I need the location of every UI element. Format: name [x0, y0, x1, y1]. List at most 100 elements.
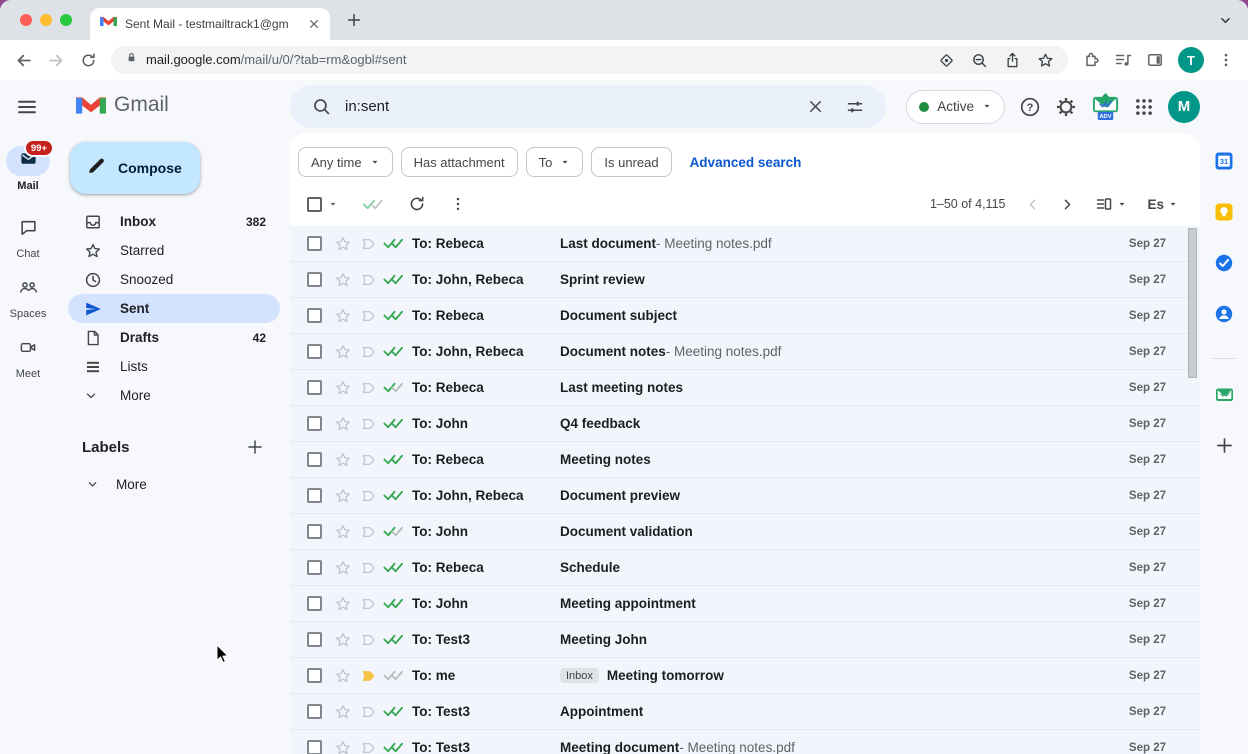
row-checkbox[interactable] [307, 344, 322, 359]
sidebar-item-more[interactable]: More [68, 381, 280, 410]
star-icon[interactable] [334, 415, 352, 433]
star-icon[interactable] [334, 631, 352, 649]
star-icon[interactable] [334, 379, 352, 397]
rail-item-spaces[interactable]: Spaces [0, 276, 56, 320]
sidebar-item-starred[interactable]: Starred [68, 236, 280, 265]
importance-marker-icon[interactable] [359, 379, 377, 397]
back-icon[interactable] [14, 51, 33, 70]
email-row[interactable]: To: Rebeca Last document - Meeting notes… [290, 226, 1200, 262]
mailtrack-status-dropdown[interactable]: Active [906, 90, 1005, 124]
row-checkbox[interactable] [307, 596, 322, 611]
browser-tab[interactable]: Sent Mail - testmailtrack1@gm [90, 8, 330, 40]
caret-down-icon[interactable] [328, 199, 338, 209]
importance-marker-icon[interactable] [359, 271, 377, 289]
importance-marker-icon[interactable] [359, 343, 377, 361]
row-checkbox[interactable] [307, 740, 322, 754]
window-zoom-button[interactable] [60, 14, 72, 26]
tab-search-icon[interactable] [1219, 14, 1232, 27]
star-icon[interactable] [334, 559, 352, 577]
help-icon[interactable]: ? [1019, 96, 1041, 118]
reload-icon[interactable] [80, 52, 97, 69]
importance-marker-icon[interactable] [359, 667, 377, 685]
star-icon[interactable] [334, 523, 352, 541]
newer-page-icon[interactable] [1025, 197, 1040, 212]
rail-item-mail[interactable]: 99+ Mail [0, 146, 56, 206]
importance-marker-icon[interactable] [359, 451, 377, 469]
clear-search-icon[interactable] [799, 98, 832, 115]
email-row[interactable]: To: John Meeting appointment Sep 27 [290, 586, 1200, 622]
filter-chip-any-time[interactable]: Any time [298, 147, 393, 177]
sidebar-item-drafts[interactable]: Drafts 42 [68, 323, 280, 352]
select-all-checkbox[interactable] [307, 197, 338, 212]
list-scrollbar[interactable] [1188, 228, 1197, 378]
share-icon[interactable] [1004, 52, 1021, 69]
star-icon[interactable] [334, 307, 352, 325]
address-bar[interactable]: mail.google.com/mail/u/0/?tab=rm&ogbl#se… [111, 46, 1068, 74]
importance-marker-icon[interactable] [359, 523, 377, 541]
extensions-icon[interactable] [1082, 51, 1100, 69]
split-pane-toggle[interactable] [1095, 195, 1127, 213]
row-checkbox[interactable] [307, 272, 322, 287]
browser-profile-avatar[interactable]: T [1178, 47, 1204, 73]
preview-icon[interactable] [938, 52, 955, 69]
refresh-icon[interactable] [408, 195, 426, 213]
row-checkbox[interactable] [307, 308, 322, 323]
side-panel-icon[interactable] [1146, 51, 1164, 69]
keep-icon[interactable] [1214, 201, 1234, 223]
zoom-out-icon[interactable] [971, 52, 988, 69]
filter-chip-is-unread[interactable]: Is unread [591, 147, 671, 177]
filter-chip-to[interactable]: To [526, 147, 584, 177]
row-checkbox[interactable] [307, 488, 322, 503]
search-options-icon[interactable] [838, 98, 872, 116]
row-checkbox[interactable] [307, 560, 322, 575]
row-checkbox[interactable] [307, 236, 322, 251]
star-icon[interactable] [334, 235, 352, 253]
sidebar-item-inbox[interactable]: Inbox 382 [68, 207, 280, 236]
email-row[interactable]: To: John, Rebeca Document notes - Meetin… [290, 334, 1200, 370]
importance-marker-icon[interactable] [359, 631, 377, 649]
media-controls-icon[interactable] [1114, 51, 1132, 69]
importance-marker-icon[interactable] [359, 595, 377, 613]
window-close-button[interactable] [20, 14, 32, 26]
search-icon[interactable] [304, 97, 339, 116]
checkbox[interactable] [307, 197, 322, 212]
email-row[interactable]: To: John, Rebeca Document preview Sep 27 [290, 478, 1200, 514]
row-checkbox[interactable] [307, 524, 322, 539]
email-row[interactable]: To: Rebeca Meeting notes Sep 27 [290, 442, 1200, 478]
email-row[interactable]: To: Test3 Meeting document - Meeting not… [290, 730, 1200, 754]
input-tools-dropdown[interactable]: Es [1147, 197, 1178, 212]
star-icon[interactable] [334, 343, 352, 361]
email-row[interactable]: To: me Inbox Meeting tomorrow Sep 27 [290, 658, 1200, 694]
rail-item-meet[interactable]: Meet [0, 336, 56, 380]
tasks-icon[interactable] [1214, 252, 1234, 274]
new-tab-button[interactable] [346, 12, 362, 28]
star-icon[interactable] [334, 595, 352, 613]
star-icon[interactable] [334, 271, 352, 289]
email-row[interactable]: To: John Document validation Sep 27 [290, 514, 1200, 550]
sidebar-item-lists[interactable]: Lists [68, 352, 280, 381]
importance-marker-icon[interactable] [359, 235, 377, 253]
row-checkbox[interactable] [307, 704, 322, 719]
rail-item-chat[interactable]: Chat [0, 216, 56, 260]
window-minimize-button[interactable] [40, 14, 52, 26]
row-checkbox[interactable] [307, 416, 322, 431]
star-icon[interactable] [334, 739, 352, 754]
older-page-icon[interactable] [1060, 197, 1075, 212]
email-row[interactable]: To: John Q4 feedback Sep 27 [290, 406, 1200, 442]
mailtrack-extension-icon[interactable]: ADV [1091, 91, 1120, 122]
email-row[interactable]: To: Rebeca Document subject Sep 27 [290, 298, 1200, 334]
email-row[interactable]: To: John, Rebeca Sprint review Sep 27 [290, 262, 1200, 298]
importance-marker-icon[interactable] [359, 703, 377, 721]
browser-menu-icon[interactable] [1218, 52, 1234, 68]
importance-marker-icon[interactable] [359, 415, 377, 433]
calendar-icon[interactable]: 31 [1214, 150, 1234, 172]
email-row[interactable]: To: Rebeca Schedule Sep 27 [290, 550, 1200, 586]
importance-marker-icon[interactable] [359, 307, 377, 325]
star-icon[interactable] [334, 451, 352, 469]
gmail-profile-avatar[interactable]: M [1168, 91, 1200, 123]
create-label-icon[interactable] [246, 438, 264, 456]
row-checkbox[interactable] [307, 668, 322, 683]
compose-button[interactable]: Compose [70, 142, 200, 194]
advanced-search-link[interactable]: Advanced search [690, 155, 802, 170]
filter-chip-has-attachment[interactable]: Has attachment [401, 147, 518, 177]
